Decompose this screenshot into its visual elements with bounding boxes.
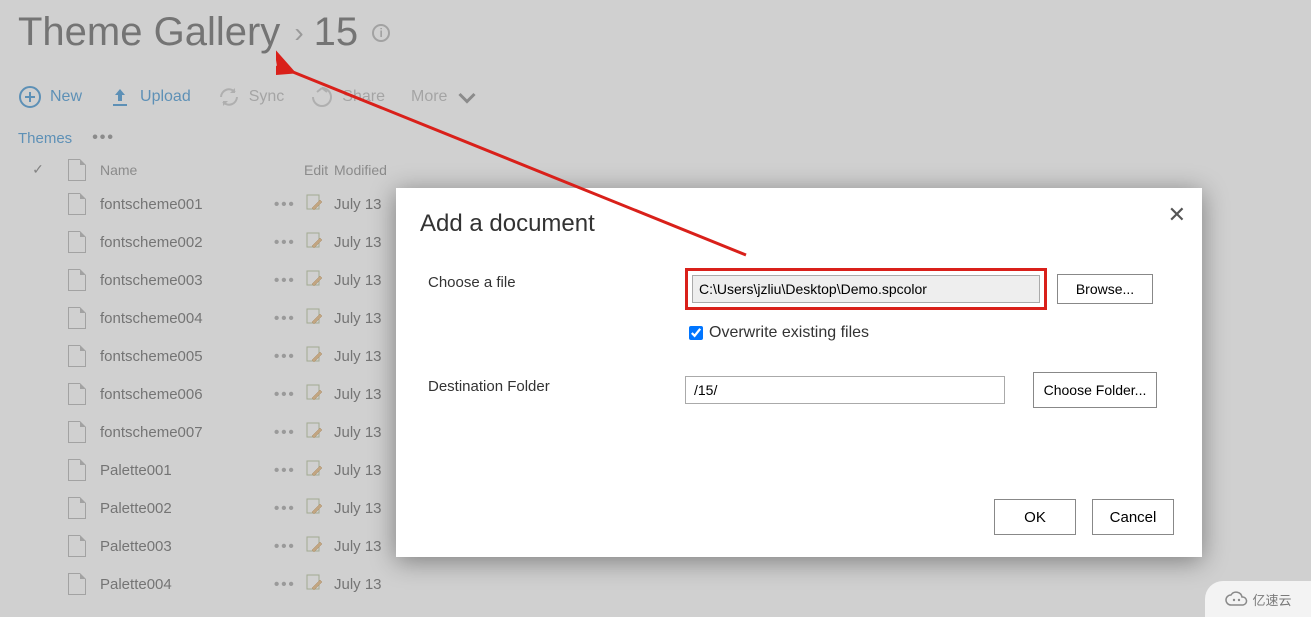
destination-folder-input[interactable] [685, 376, 1005, 404]
overwrite-checkbox-row[interactable]: Overwrite existing files [689, 324, 1174, 342]
cloud-icon [1224, 591, 1248, 607]
watermark-text: 亿速云 [1252, 590, 1291, 609]
cancel-button[interactable]: Cancel [1092, 499, 1174, 535]
file-path-input[interactable] [692, 275, 1040, 303]
ok-button[interactable]: OK [994, 499, 1076, 535]
overwrite-label: Overwrite existing files [709, 324, 869, 342]
destination-folder-label: Destination Folder [420, 372, 685, 395]
close-icon[interactable]: ✕ [1168, 202, 1186, 228]
watermark: 亿速云 [1205, 581, 1311, 617]
overwrite-checkbox[interactable] [689, 326, 703, 340]
choose-file-label: Choose a file [420, 268, 685, 291]
annotation-highlight [685, 268, 1047, 310]
browse-button[interactable]: Browse... [1057, 274, 1153, 304]
add-document-dialog: ✕ Add a document Choose a file Browse...… [396, 188, 1202, 557]
choose-folder-button[interactable]: Choose Folder... [1033, 372, 1157, 408]
dialog-title: Add a document [420, 210, 1174, 238]
